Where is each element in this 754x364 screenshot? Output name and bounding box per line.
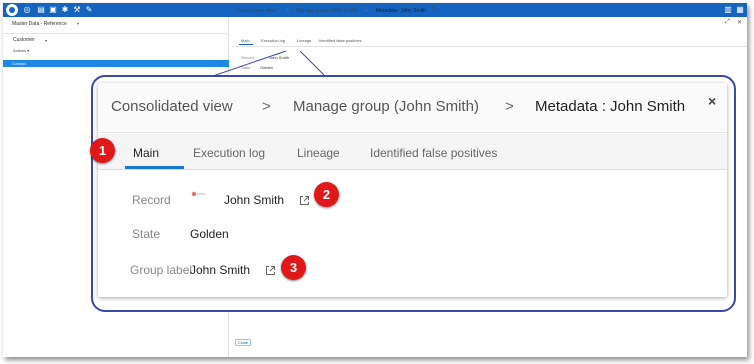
breadcrumb-separator: >	[505, 98, 514, 115]
globe-icon[interactable]: ◎	[23, 6, 31, 14]
entity-dropdown-icon[interactable]: ▾	[45, 38, 47, 43]
record-source-icon	[191, 191, 205, 197]
top-toolbar: ◎ ▤ ▣ ✱ ⚒ ✎ ▥ ▦	[3, 3, 747, 17]
active-tab-indicator	[125, 166, 184, 169]
close-icon[interactable]: ✕	[737, 19, 742, 26]
active-tab-indicator	[239, 44, 253, 45]
tab-main[interactable]: Main	[133, 146, 159, 160]
breadcrumb-manage-group[interactable]: Manage group (John Smith)	[293, 98, 479, 115]
breadcrumb-consolidated-view[interactable]: Consolidated view	[111, 98, 233, 115]
settings-icon[interactable]: ✱	[61, 6, 69, 14]
callout-badge-3: 3	[281, 255, 306, 280]
breadcrumb-manage-group[interactable]: Manage group (John Smith)	[296, 8, 358, 14]
record-value[interactable]: John Smith	[269, 55, 289, 60]
user-menu-icon[interactable]: ▦	[736, 6, 744, 14]
tab-identified-false-positives[interactable]: Identified false positives	[370, 146, 497, 160]
app-logo-icon[interactable]	[6, 4, 18, 16]
tab-execution-log[interactable]: Execution log	[261, 38, 285, 43]
breadcrumb-consolidated-view[interactable]: Consolidated view	[235, 8, 276, 14]
expand-icon[interactable]: ⤢	[725, 19, 730, 26]
list-item-label: Contact	[12, 61, 26, 66]
dialog-header: Consolidated view > Manage group (John S…	[98, 83, 727, 133]
state-label: State	[241, 65, 251, 70]
metadata-dialog: Consolidated view > Manage group (John S…	[98, 83, 727, 297]
tab-execution-log[interactable]: Execution log	[193, 146, 265, 160]
breadcrumb-separator: >	[262, 98, 271, 115]
breadcrumb-separator: >	[365, 8, 368, 14]
tab-main[interactable]: Main	[241, 38, 250, 43]
app-window: ◎ ▤ ▣ ✱ ⚒ ✎ ▥ ▦ Master Data - Reference …	[3, 3, 747, 357]
external-link-icon[interactable]	[299, 195, 310, 206]
wrench-icon[interactable]: ⚒	[73, 6, 81, 14]
state-value: Golden	[260, 65, 273, 70]
state-value: Golden	[190, 227, 229, 241]
database-icon[interactable]: ▣	[49, 6, 57, 14]
tab-identified-false-positives[interactable]: Identified false positives	[319, 38, 361, 43]
close-button[interactable]: Close	[235, 339, 251, 346]
record-label: Record	[241, 55, 254, 60]
actions-menu[interactable]: Actions ▾	[13, 48, 29, 53]
state-label: State	[132, 227, 161, 241]
document-icon[interactable]: ▤	[37, 6, 45, 14]
divider	[232, 46, 747, 47]
breadcrumb-metadata: Metadata : John Smith	[535, 98, 686, 115]
close-icon[interactable]: ×	[708, 93, 716, 109]
divider	[3, 33, 229, 34]
entity-selector[interactable]: Customer	[13, 37, 35, 43]
close-icon[interactable]: ×	[432, 5, 436, 12]
record-label: Record	[132, 193, 171, 207]
record-value[interactable]: John Smith	[224, 193, 284, 207]
module-title[interactable]: Master Data - Reference	[12, 21, 67, 27]
tab-lineage[interactable]: Lineage	[297, 146, 340, 160]
edit-icon[interactable]: ✎	[85, 6, 93, 14]
breadcrumb-separator: >	[286, 8, 289, 14]
callout-badge-2: 2	[314, 182, 339, 207]
tab-lineage[interactable]: Lineage	[297, 38, 311, 43]
book-icon[interactable]: ▥	[724, 6, 732, 14]
list-item-contact[interactable]: Contact	[3, 60, 229, 67]
module-dropdown-icon[interactable]: ▾	[77, 21, 79, 26]
breadcrumb-metadata: Metadata : John Smith	[376, 8, 427, 14]
zoom-callout: Consolidated view > Manage group (John S…	[91, 75, 736, 312]
external-link-icon[interactable]	[265, 265, 276, 276]
group-label-label: Group label	[130, 263, 193, 277]
group-label-value[interactable]: John Smith	[190, 263, 250, 277]
tab-bar: Main Execution log Lineage Identified fa…	[98, 134, 727, 170]
callout-badge-1: 1	[90, 138, 115, 163]
